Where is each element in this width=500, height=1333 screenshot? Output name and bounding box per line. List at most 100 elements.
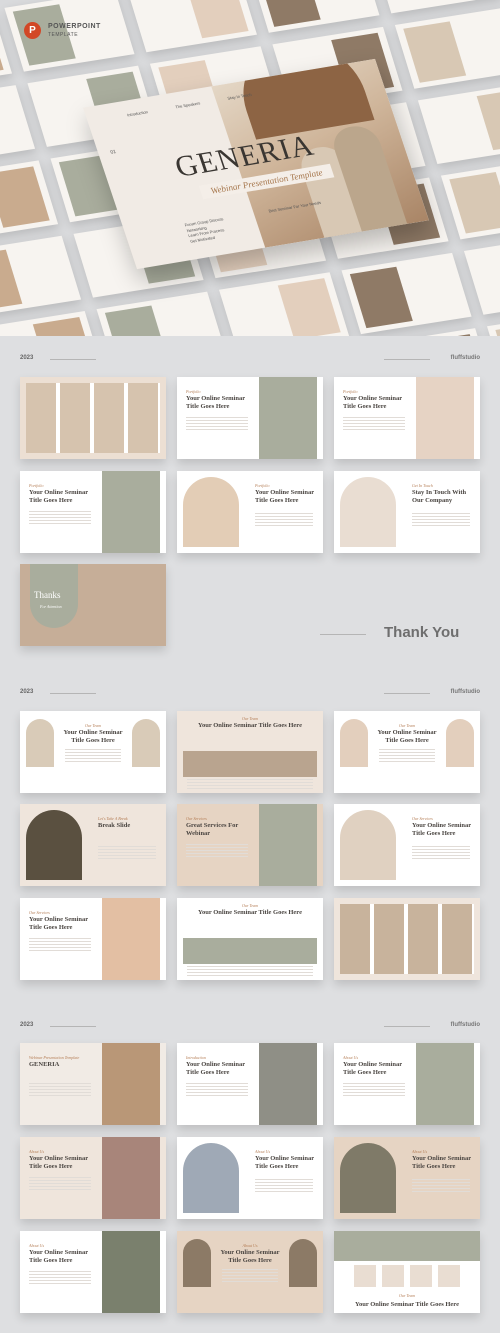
body-text-placeholder bbox=[29, 511, 91, 525]
slide-thumbnail[interactable]: Portfolio Your Online Seminar Title Goes … bbox=[177, 377, 323, 459]
slide-thumbnail[interactable]: Let's Take A Break Break Slide bbox=[20, 804, 166, 886]
logo-line2: TEMPLATE bbox=[48, 31, 79, 38]
slide-title: Thanks bbox=[34, 590, 61, 600]
slide-title: Your Online Seminar Title Goes Here bbox=[29, 489, 88, 504]
slide-label: Let's Take A Break bbox=[98, 816, 128, 821]
slide-title: Your Online Seminar Title Goes Here bbox=[63, 729, 123, 744]
slide-thumbnail[interactable] bbox=[20, 377, 166, 459]
slide-title: Your Online Seminar Title Goes Here bbox=[343, 1061, 402, 1076]
slide-label: Webinar Presentation Template bbox=[29, 1055, 80, 1060]
slide-label: For Attention bbox=[40, 604, 62, 609]
photo-placeholder bbox=[102, 471, 160, 553]
photo-placeholder bbox=[0, 15, 4, 77]
divider bbox=[50, 1026, 96, 1027]
background-slide-thumbnail bbox=[96, 291, 227, 336]
slide-thumbnail[interactable]: Our Team Your Online Seminar Title Goes H… bbox=[20, 711, 166, 793]
background-slide-thumbnail bbox=[0, 85, 36, 167]
slide-thumbnail[interactable]: Get In Touch Stay In Touch With Our Compa… bbox=[334, 471, 480, 553]
divider bbox=[320, 634, 366, 635]
slide-label: About Us bbox=[29, 1149, 44, 1154]
slide-thumbnail[interactable]: Our Team Your Online Seminar Title Goes H… bbox=[334, 711, 480, 793]
powerpoint-icon: P bbox=[24, 22, 41, 39]
photo-placeholder bbox=[416, 377, 474, 459]
background-slide-thumbnail bbox=[0, 311, 105, 336]
nav-introduction: Introduction bbox=[126, 109, 149, 118]
slide-label: Introduction bbox=[186, 1055, 206, 1060]
photo-placeholder bbox=[495, 322, 500, 336]
photo-placeholder bbox=[340, 477, 396, 547]
hero-number: 01 bbox=[109, 149, 118, 156]
background-slide-thumbnail bbox=[249, 0, 380, 33]
slide-thumbnail[interactable]: For Attention Thanks bbox=[20, 564, 166, 646]
slide-title: Your Online Seminar Title Goes Here bbox=[29, 1155, 88, 1170]
body-text-placeholder bbox=[186, 1083, 248, 1097]
body-text-placeholder bbox=[412, 513, 470, 527]
slide-title: Stay In Touch With Our Company bbox=[412, 489, 467, 504]
slide-title: Your Online Seminar Title Goes Here bbox=[220, 1249, 280, 1264]
slide-label: Get In Touch bbox=[412, 483, 433, 488]
body-text-placeholder bbox=[354, 1265, 460, 1287]
body-text-placeholder bbox=[187, 779, 313, 789]
photo-placeholder bbox=[257, 0, 321, 27]
slide-label: Our Team bbox=[242, 903, 258, 908]
hero-bullets: Forum Group Discuss Networking Learn Fro… bbox=[184, 216, 229, 244]
background-slide-thumbnail bbox=[0, 160, 59, 242]
slide-thumbnail[interactable]: Webinar Presentation Template GENERIA bbox=[20, 1043, 166, 1125]
slide-thumbnail[interactable] bbox=[334, 898, 480, 980]
slide-label: About Us bbox=[29, 1243, 44, 1248]
slide-thumbnail[interactable]: Portfolio Your Online Seminar Title Goes … bbox=[177, 471, 323, 553]
body-text-placeholder bbox=[379, 749, 435, 763]
divider bbox=[384, 693, 430, 694]
body-text-placeholder bbox=[222, 1269, 278, 1283]
body-text-placeholder bbox=[98, 846, 156, 860]
slide-thumbnail[interactable]: About Us Your Online Seminar Title Goes H… bbox=[334, 1137, 480, 1219]
slide-thumbnail[interactable]: Our Team Your Online Seminar Title Goes H… bbox=[334, 1231, 480, 1313]
photo-placeholder bbox=[416, 1043, 474, 1125]
slide-thumbnail[interactable]: Our Team Your Online Seminar Title Goes H… bbox=[177, 711, 323, 793]
body-text-placeholder bbox=[187, 966, 313, 976]
photo-placeholder bbox=[340, 810, 396, 880]
powerpoint-logo: P POWERPOINT TEMPLATE bbox=[24, 22, 101, 39]
slide-thumbnail[interactable]: Introduction Your Online Seminar Title Go… bbox=[177, 1043, 323, 1125]
photo-placeholder bbox=[349, 267, 413, 328]
photo-placeholder bbox=[183, 751, 317, 777]
body-text-placeholder bbox=[29, 1083, 91, 1097]
divider bbox=[50, 359, 96, 360]
slide-thumbnail[interactable]: Our Services Your Online Seminar Title Go… bbox=[334, 804, 480, 886]
slide-thumbnail[interactable]: Portfolio Your Online Seminar Title Goes … bbox=[20, 471, 166, 553]
thank-you-text: Thank You bbox=[384, 624, 460, 641]
slide-label: Portfolio bbox=[255, 483, 270, 488]
slide-thumbnail[interactable]: About Us Your Online Seminar Title Goes H… bbox=[20, 1137, 166, 1219]
slide-thumbnail[interactable]: About Us Your Online Seminar Title Goes H… bbox=[177, 1231, 323, 1313]
slide-thumbnail[interactable]: About Us Your Online Seminar Title Goes H… bbox=[177, 1137, 323, 1219]
body-text-placeholder bbox=[255, 1179, 313, 1193]
photo-placeholder bbox=[104, 305, 168, 336]
slide-title: Your Online Seminar Title Goes Here bbox=[412, 822, 471, 837]
body-text-placeholder bbox=[412, 1179, 470, 1193]
slide-thumbnail[interactable]: Our Services Your Online Seminar Title Go… bbox=[20, 898, 166, 980]
slide-thumbnail[interactable]: Our Team Your Online Seminar Title Goes H… bbox=[177, 898, 323, 980]
slide-thumbnail[interactable]: About Us Your Online Seminar Title Goes H… bbox=[20, 1231, 166, 1313]
photo-placeholder bbox=[403, 21, 466, 83]
slide-label: Portfolio bbox=[343, 389, 358, 394]
studio-brand: fluffstudio bbox=[450, 1022, 480, 1028]
slide-title: Break Slide bbox=[98, 822, 131, 829]
body-text-placeholder bbox=[343, 417, 405, 431]
background-slide-thumbnail bbox=[341, 252, 472, 335]
slide-thumbnail[interactable]: Portfolio Your Online Seminar Title Goes … bbox=[334, 377, 480, 459]
section-header: 2023 fluffstudio bbox=[20, 689, 480, 699]
slide-thumbnail[interactable]: Our Services Great Services For Webinar bbox=[177, 804, 323, 886]
slide-title: Your Online Seminar Title Goes Here bbox=[29, 916, 88, 931]
slide-title: Great Services For Webinar bbox=[186, 822, 239, 837]
photo-placeholder bbox=[102, 898, 160, 980]
slide-title: Your Online Seminar Title Goes Here bbox=[198, 909, 302, 916]
photo-placeholder bbox=[259, 804, 317, 886]
background-slide-thumbnail bbox=[417, 82, 500, 165]
slide-thumbnail[interactable]: About Us Your Online Seminar Title Goes H… bbox=[334, 1043, 480, 1125]
photo-placeholder bbox=[26, 810, 82, 880]
body-text-placeholder bbox=[65, 749, 121, 763]
divider bbox=[384, 359, 430, 360]
background-slide-thumbnail bbox=[126, 0, 257, 53]
divider bbox=[384, 1026, 430, 1027]
photo-placeholder bbox=[278, 278, 341, 336]
